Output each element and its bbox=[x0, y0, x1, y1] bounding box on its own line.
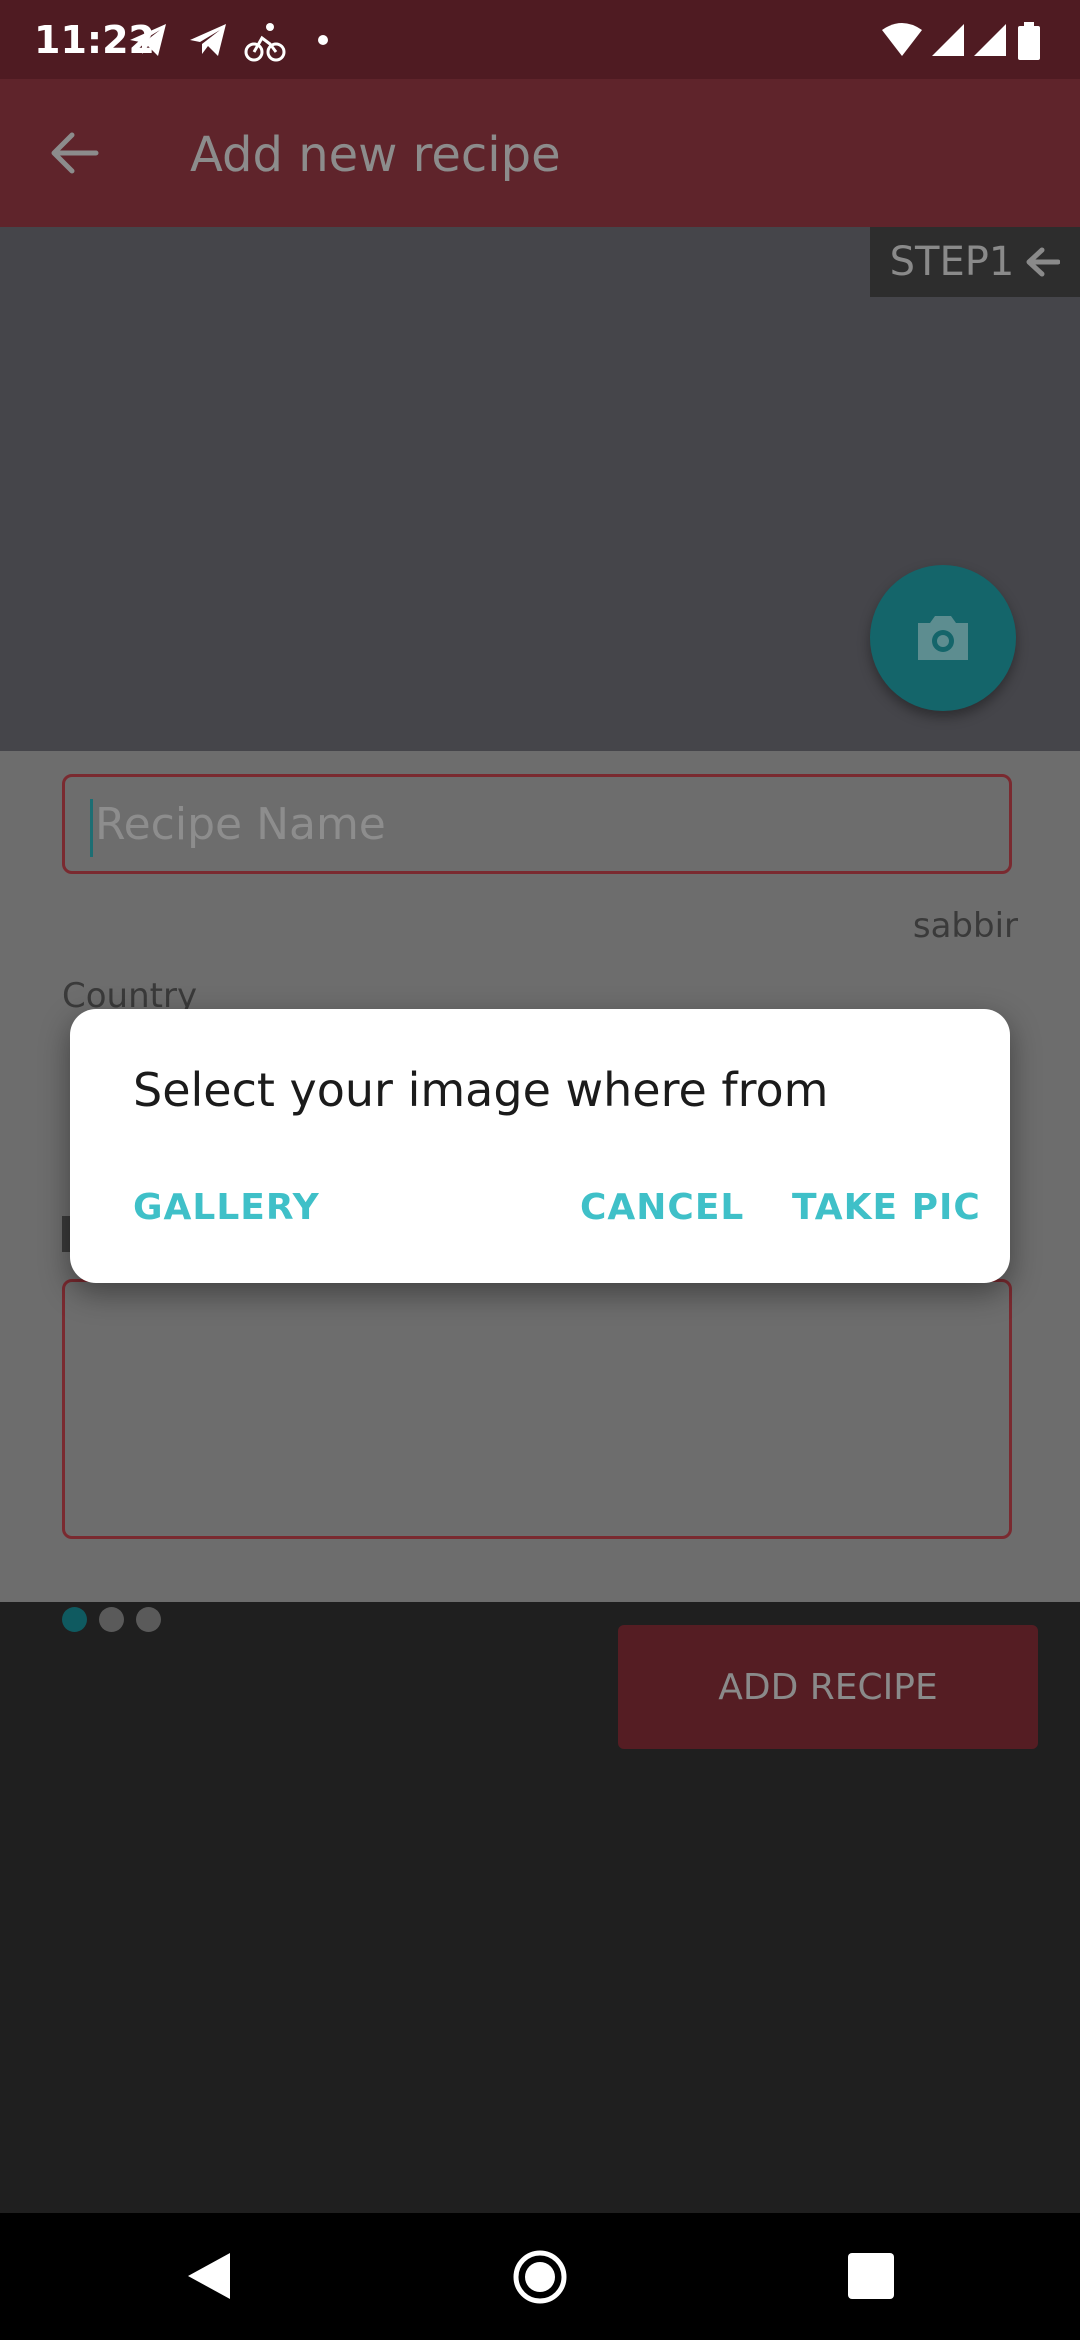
add-recipe-label: ADD RECIPE bbox=[718, 1666, 938, 1708]
cycling-icon bbox=[244, 23, 286, 62]
recents-nav-icon[interactable] bbox=[848, 2253, 894, 2299]
wifi-icon bbox=[882, 23, 922, 56]
description-input[interactable] bbox=[62, 1279, 1012, 1539]
recipe-image-area[interactable]: STEP1 bbox=[0, 227, 1080, 751]
status-bar: 11:22 bbox=[0, 0, 1080, 79]
signal-icon bbox=[932, 24, 964, 56]
telegram-icon bbox=[130, 24, 166, 56]
back-nav-icon[interactable] bbox=[186, 2251, 232, 2301]
home-nav-icon[interactable] bbox=[512, 2249, 568, 2305]
arrow-left-icon bbox=[1026, 247, 1061, 277]
step-label: STEP1 bbox=[889, 239, 1015, 285]
system-nav-bar bbox=[0, 2213, 1080, 2340]
battery-icon bbox=[1018, 22, 1040, 60]
cancel-button[interactable]: CANCEL bbox=[580, 1187, 744, 1228]
recipe-name-placeholder: Recipe Name bbox=[95, 799, 386, 850]
page-title: Add new recipe bbox=[190, 127, 561, 183]
dialog-title: Select your image where from bbox=[133, 1063, 829, 1117]
text-cursor bbox=[90, 799, 93, 857]
arrow-back-icon[interactable] bbox=[44, 123, 104, 183]
dot-icon bbox=[318, 35, 328, 45]
camera-button[interactable] bbox=[870, 565, 1016, 711]
page-indicator bbox=[62, 1607, 161, 1632]
author-label: sabbir bbox=[912, 906, 1018, 946]
gallery-button[interactable]: GALLERY bbox=[133, 1187, 320, 1228]
image-source-dialog: Select your image where from GALLERY CAN… bbox=[70, 1009, 1010, 1283]
recipe-name-input[interactable]: Recipe Name bbox=[62, 774, 1012, 874]
page-dot bbox=[99, 1607, 124, 1632]
telegram-icon bbox=[190, 24, 226, 56]
page-dot bbox=[136, 1607, 161, 1632]
add-recipe-button[interactable]: ADD RECIPE bbox=[618, 1625, 1038, 1749]
signal-icon bbox=[974, 24, 1006, 56]
take-pic-button[interactable]: TAKE PIC bbox=[792, 1187, 981, 1228]
page-dot bbox=[62, 1607, 87, 1632]
camera-icon bbox=[918, 616, 968, 660]
app-bar: Add new recipe bbox=[0, 79, 1080, 227]
step-badge[interactable]: STEP1 bbox=[870, 227, 1080, 297]
